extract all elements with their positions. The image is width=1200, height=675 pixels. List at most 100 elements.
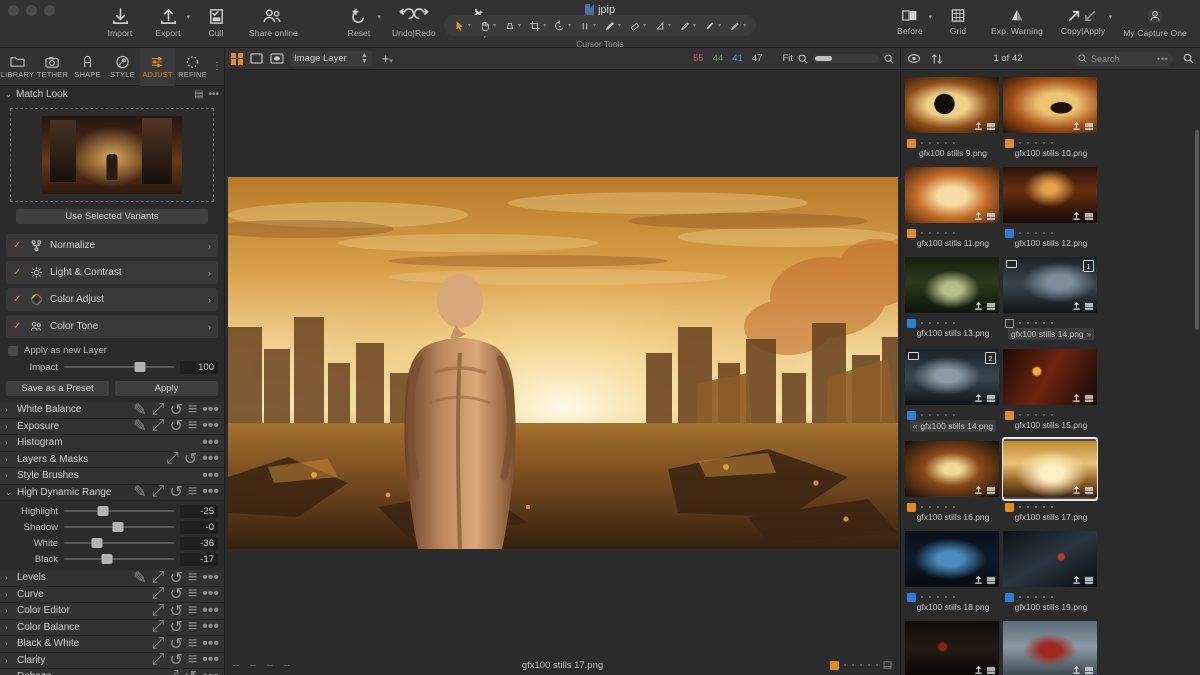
before-after-button[interactable]: ▾ Before [886, 0, 934, 46]
thumbnail-image[interactable] [1003, 77, 1097, 133]
chevron-right-icon[interactable]: › [5, 455, 13, 464]
more-icon[interactable]: ••• [202, 668, 219, 675]
picker-icon[interactable]: ✎ [133, 568, 146, 588]
star-rating[interactable] [1019, 142, 1053, 144]
picker-icon[interactable]: ✎ [133, 482, 146, 502]
straighten-tool[interactable]: ▾ [575, 15, 600, 36]
thumbnail-cell[interactable]: gfx100 stills 18.png [905, 528, 1001, 612]
chevron-down-icon[interactable]: ▾ [568, 22, 571, 29]
tab-refine[interactable]: REFINE [175, 48, 210, 86]
thumbnail-image-wrap[interactable] [905, 438, 999, 500]
chevron-right-icon[interactable]: › [5, 606, 13, 615]
thumbnail-image-wrap[interactable] [1003, 618, 1097, 675]
upload-icon[interactable] [974, 575, 983, 585]
layer-select-dropdown[interactable]: Image Layer ▲ ▼ [290, 51, 372, 66]
white-track[interactable] [64, 538, 174, 548]
crop-badge-icon[interactable] [1084, 302, 1094, 311]
picker-icon[interactable]: ✎ [133, 416, 146, 436]
chevron-right-icon[interactable]: › [5, 623, 13, 632]
zoom-slider[interactable] [813, 54, 879, 63]
chevron-down-icon[interactable]: ⌄ [5, 90, 16, 99]
layer-icon[interactable]: ⤢ [152, 651, 165, 669]
crop-badge-icon[interactable] [1084, 486, 1094, 495]
crop-badge-icon[interactable] [1084, 394, 1094, 403]
thumbnail-image-wrap[interactable] [1003, 164, 1097, 226]
crop-badge-icon[interactable] [986, 666, 996, 675]
upload-icon[interactable] [1072, 211, 1081, 221]
thumbnail-cell[interactable]: gfx100 stills 15.png [1003, 346, 1099, 432]
upload-icon[interactable] [1072, 485, 1081, 495]
apply-as-new-layer-checkbox[interactable]: Apply as new Layer [0, 338, 224, 359]
thumbnail-cell[interactable]: gfx100 stills 16.png [905, 438, 1001, 522]
menu-icon[interactable]: ▤ [194, 89, 203, 99]
checkmark-icon[interactable]: ✓ [13, 240, 23, 251]
thumbnail-image[interactable] [1003, 531, 1097, 587]
more-icon[interactable]: ••• [202, 450, 219, 468]
upload-icon[interactable] [1072, 301, 1081, 311]
thumbnail-cell[interactable]: gfx100 stills 12.png [1003, 164, 1099, 248]
upload-icon[interactable] [1072, 121, 1081, 131]
spot-removal-tool[interactable]: ▾ [725, 15, 750, 36]
thumbnail-cell[interactable]: 1 gfx100 stills 14.png» [1003, 254, 1099, 340]
chevron-right-icon[interactable]: » [1087, 330, 1091, 339]
upload-icon[interactable] [1072, 393, 1081, 403]
star-rating[interactable] [1019, 596, 1053, 598]
reset-icon[interactable]: ↺ [169, 482, 182, 502]
star-rating[interactable] [921, 142, 955, 144]
thumbnail-cell[interactable]: gfx100 stills 21.png [1003, 618, 1099, 675]
menu-icon[interactable]: ≡ [188, 417, 197, 435]
draw-mask-tool[interactable]: ▾ [600, 15, 625, 36]
color-tag[interactable] [1005, 502, 1014, 512]
grid-view-icon[interactable] [231, 52, 243, 65]
crop-badge-icon[interactable] [986, 576, 996, 585]
thumbnail-meta[interactable] [905, 136, 1001, 148]
color-tag[interactable] [830, 660, 839, 670]
clone-brush-tool[interactable]: ▾ [700, 15, 725, 36]
thumbnail-cell[interactable]: gfx100 stills 13.png [905, 254, 1001, 340]
checkmark-icon[interactable]: ✓ [13, 321, 23, 332]
chevron-down-icon[interactable]: ▾ [1109, 13, 1113, 21]
thumbnail-cell[interactable]: gfx100 stills 11.png [905, 164, 1001, 248]
pan-hand-tool[interactable]: ▾ [475, 15, 500, 36]
left-panel-scroll[interactable]: ⌄ Match Look ▤ ••• Use Selected Variants [0, 86, 224, 675]
thumbnail-meta[interactable] [905, 226, 1001, 238]
thumbnail-image-wrap[interactable]: 1 [1003, 254, 1097, 316]
thumbnail-cell[interactable]: gfx100 stills 10.png [1003, 74, 1099, 158]
crop-badge-icon[interactable] [986, 486, 996, 495]
hdr-black-row[interactable]: Black -17 [0, 551, 224, 567]
more-icon[interactable]: ••• [202, 417, 219, 435]
black-knob[interactable] [101, 554, 113, 564]
black-value[interactable]: -17 [180, 552, 218, 566]
thumbnail-image-wrap[interactable]: 2 [905, 346, 999, 408]
eraser-tool[interactable]: ▾ [625, 15, 650, 36]
preview-eye-icon[interactable] [270, 53, 284, 64]
upload-icon[interactable] [974, 211, 983, 221]
chevron-right-icon[interactable]: › [5, 590, 13, 599]
chevron-right-icon[interactable]: › [208, 322, 211, 332]
star-rating[interactable] [1019, 322, 1053, 324]
upload-icon[interactable] [974, 485, 983, 495]
cursor-tools-pill[interactable]: ▾ ▾ ▾ ▾ ▾ ▾ ▾ ▾ ▾ ▾ ▾ ▾ [443, 15, 757, 36]
menu-icon[interactable]: ≡ [188, 483, 197, 501]
chevron-right-icon[interactable]: › [5, 471, 13, 480]
zoom-out-icon[interactable] [798, 54, 808, 64]
reference-image-dropzone[interactable] [10, 108, 214, 202]
thumbnail-image[interactable] [1003, 349, 1097, 405]
thumbnail-meta[interactable] [1003, 500, 1099, 512]
thumbnail-image-wrap[interactable] [905, 618, 999, 675]
thumbnail-meta[interactable] [1003, 136, 1099, 148]
crop-tool[interactable]: ▾ [525, 15, 550, 36]
chevron-down-icon[interactable]: ▾ [718, 22, 721, 29]
tool-layers-masks[interactable]: › Layers & Masks ⤢ ↺ ••• [0, 450, 224, 468]
thumbnail-image[interactable]: 1 [1003, 257, 1097, 313]
color-tag[interactable] [907, 592, 916, 602]
viewer-rating-bar[interactable] [830, 660, 892, 670]
chevron-down-icon[interactable]: ▾ [518, 22, 521, 29]
white-knob[interactable] [91, 538, 103, 548]
reset-button[interactable]: ▾ Reset [335, 0, 383, 46]
chevron-down-icon[interactable]: ▾ [593, 22, 596, 29]
chevron-right-icon[interactable]: › [208, 295, 211, 305]
copy-apply-button[interactable]: ▾ Copy|Apply [1052, 0, 1114, 46]
upload-icon[interactable] [1072, 575, 1081, 585]
star-rating[interactable] [921, 232, 955, 234]
